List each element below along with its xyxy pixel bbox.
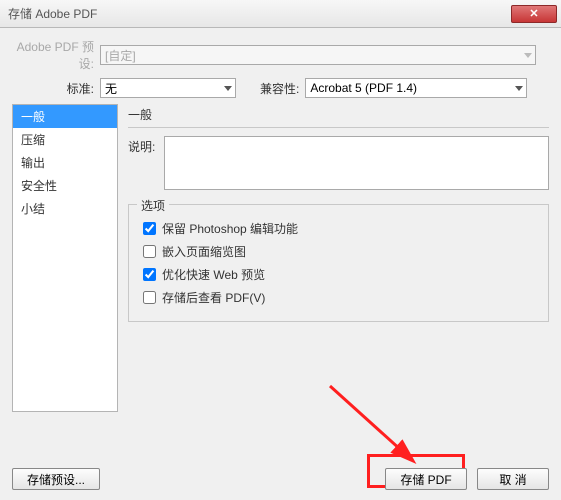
description-label: 说明: xyxy=(128,136,164,155)
option-label: 嵌入页面缩览图 xyxy=(162,243,246,260)
sidebar-item-security[interactable]: 安全性 xyxy=(13,174,117,197)
standard-label: 标准: xyxy=(12,80,100,97)
preset-combo[interactable] xyxy=(100,45,536,65)
options-legend: 选项 xyxy=(137,197,169,214)
preset-row: Adobe PDF 预设: xyxy=(12,38,549,72)
bottom-bar: 存储预设... 存储 PDF 取 消 xyxy=(12,468,549,490)
sidebar: 一般 压缩 输出 安全性 小结 xyxy=(12,104,118,412)
checkbox-view-after-save[interactable] xyxy=(143,291,156,304)
option-optimize-web[interactable]: 优化快速 Web 预览 xyxy=(139,265,538,284)
description-row: 说明: xyxy=(128,136,549,190)
standard-combo[interactable] xyxy=(100,78,236,98)
standard-compat-row: 标准: 兼容性: xyxy=(12,78,549,98)
save-preset-button[interactable]: 存储预设... xyxy=(12,468,100,490)
sidebar-item-output[interactable]: 输出 xyxy=(13,151,117,174)
checkbox-optimize-web[interactable] xyxy=(143,268,156,281)
close-icon: ✕ xyxy=(529,7,538,20)
close-button[interactable]: ✕ xyxy=(511,5,557,23)
options-fieldset: 选项 保留 Photoshop 编辑功能 嵌入页面缩览图 优化快速 Web 预览… xyxy=(128,204,549,322)
description-textarea[interactable] xyxy=(164,136,549,190)
preset-label: Adobe PDF 预设: xyxy=(12,38,100,72)
checkbox-preserve-editing[interactable] xyxy=(143,222,156,235)
titlebar: 存储 Adobe PDF ✕ xyxy=(0,0,561,28)
window-title: 存储 Adobe PDF xyxy=(8,5,511,22)
compat-label: 兼容性: xyxy=(260,80,305,97)
sidebar-item-summary[interactable]: 小结 xyxy=(13,197,117,220)
content-area: 一般 压缩 输出 安全性 小结 一般 说明: 选项 保留 Photoshop 编… xyxy=(12,104,549,412)
compat-combo[interactable] xyxy=(305,78,527,98)
save-pdf-button[interactable]: 存储 PDF xyxy=(385,468,467,490)
sidebar-item-general[interactable]: 一般 xyxy=(13,105,117,128)
option-preserve-editing[interactable]: 保留 Photoshop 编辑功能 xyxy=(139,219,538,238)
option-label: 存储后查看 PDF(V) xyxy=(162,289,265,306)
dialog-body: Adobe PDF 预设: 标准: 兼容性: 一般 压缩 输出 安全性 小结 一… xyxy=(0,28,561,500)
option-label: 保留 Photoshop 编辑功能 xyxy=(162,220,298,237)
panel-general: 一般 说明: 选项 保留 Photoshop 编辑功能 嵌入页面缩览图 优化快速… xyxy=(128,104,549,412)
checkbox-embed-thumbnails[interactable] xyxy=(143,245,156,258)
panel-title: 一般 xyxy=(128,104,549,128)
cancel-button[interactable]: 取 消 xyxy=(477,468,549,490)
option-view-after-save[interactable]: 存储后查看 PDF(V) xyxy=(139,288,538,307)
sidebar-item-compression[interactable]: 压缩 xyxy=(13,128,117,151)
option-embed-thumbnails[interactable]: 嵌入页面缩览图 xyxy=(139,242,538,261)
option-label: 优化快速 Web 预览 xyxy=(162,266,265,283)
